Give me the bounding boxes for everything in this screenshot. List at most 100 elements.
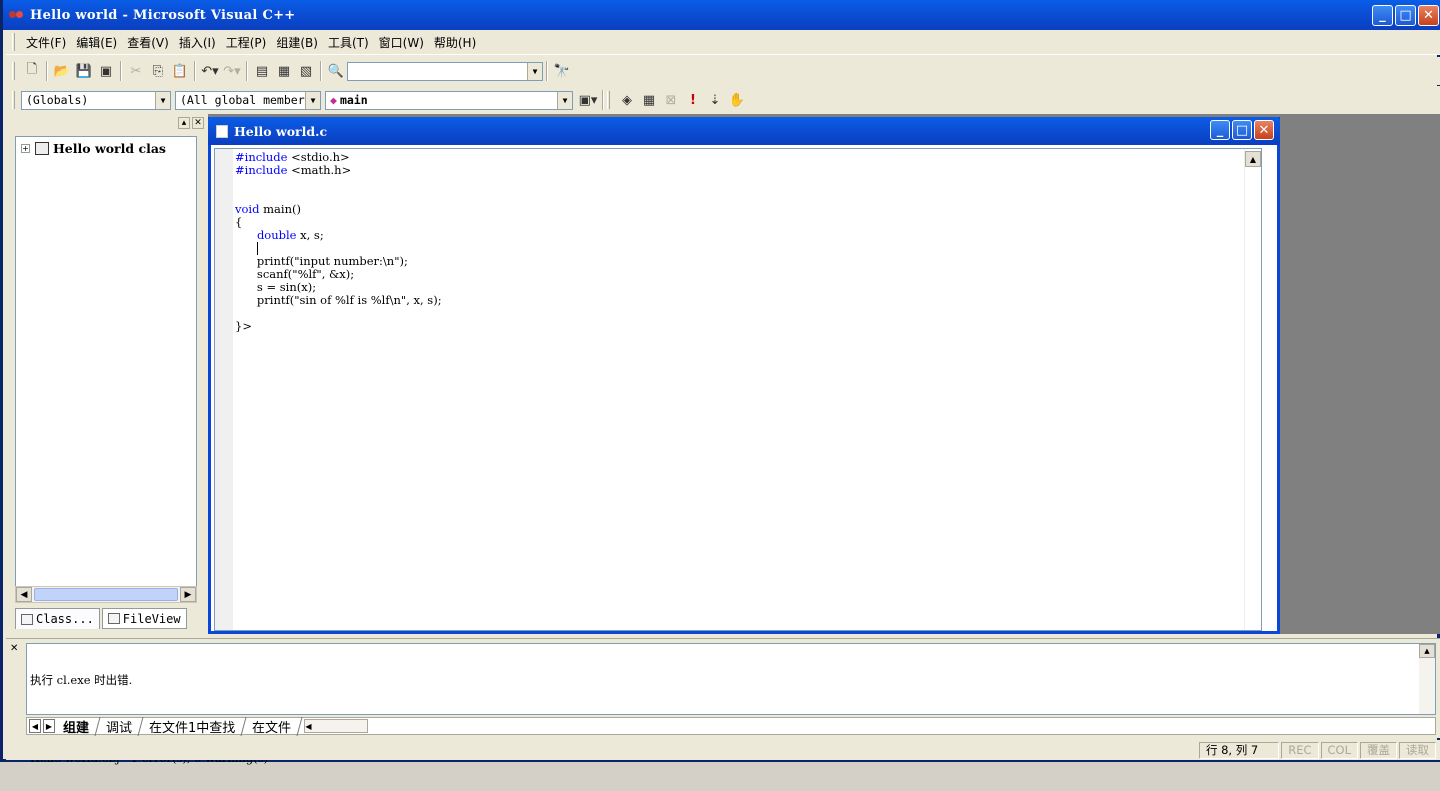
cut-icon[interactable]: ✂ (125, 60, 147, 82)
paste-icon[interactable]: 📋 (169, 60, 191, 82)
scroll-up-icon[interactable]: ▲ (1419, 644, 1435, 658)
save-all-icon[interactable]: ▣ (95, 60, 117, 82)
new-file-icon[interactable]: 🗋 (21, 60, 43, 82)
code-line[interactable]: }> (235, 320, 442, 333)
tab-classview[interactable]: Class... (15, 608, 100, 629)
class-tree[interactable]: + Hello world clas (15, 136, 197, 588)
code-text[interactable]: #include <stdio.h> #include <math.h> void … (235, 151, 442, 333)
save-icon[interactable]: 💾 (73, 60, 95, 82)
mdi-area: ▴ ✕ + Hello world clas ◀ ▶ Class... File… (6, 114, 1440, 634)
menu-project[interactable]: 工程(P) (221, 34, 272, 51)
toolbar-grip[interactable] (607, 91, 610, 109)
chevron-down-icon[interactable]: ▼ (527, 62, 542, 80)
menu-insert[interactable]: 插入(I) (174, 34, 221, 51)
code-line[interactable]: void main() (235, 203, 442, 216)
output-window-icon[interactable]: ▦ (273, 60, 295, 82)
toolbar-grip[interactable] (12, 91, 15, 109)
go-icon[interactable]: ⇣ (704, 89, 726, 111)
pane-restore-icon[interactable]: ▴ (178, 117, 190, 129)
find-icon[interactable]: 🔭 (551, 60, 573, 82)
window-title: Hello world - Microsoft Visual C++ (30, 7, 296, 23)
chevron-down-icon[interactable]: ▼ (557, 91, 572, 109)
cursor-position: 行 8, 列 7 (1198, 741, 1280, 759)
output-pane: ✕ 执行 cl.exe 时出错. Hello world.obj - 1 err… (6, 638, 1440, 765)
execute-icon[interactable]: ! (682, 89, 704, 111)
code-line[interactable]: double x, s; (235, 229, 442, 242)
stop-build-icon[interactable]: ⊠ (660, 89, 682, 111)
selection-gutter[interactable] (215, 149, 233, 630)
output-text-area[interactable]: 执行 cl.exe 时出错. Hello world.obj - 1 error… (26, 643, 1436, 765)
expand-icon[interactable]: + (21, 143, 30, 153)
doc-maximize-button[interactable]: □ (1232, 120, 1252, 140)
menu-file[interactable]: 文件(F) (21, 34, 71, 51)
code-line[interactable] (235, 177, 442, 190)
code-line[interactable] (235, 307, 442, 320)
tab-build[interactable]: 组建 (52, 716, 101, 736)
document-window: Hello world.c _ □ ✕ #include <stdio.h> #i… (208, 117, 1280, 634)
close-button[interactable]: ✕ (1418, 5, 1439, 26)
class-combo[interactable]: (Globals) ▼ (21, 90, 171, 110)
separator (320, 61, 322, 81)
output-close-icon[interactable]: ✕ (10, 643, 22, 673)
code-line[interactable]: printf("sin of %lf is %lf\n", x, s); (235, 294, 442, 307)
menu-view[interactable]: 查看(V) (122, 34, 174, 51)
find-combo[interactable]: ▼ (347, 61, 543, 81)
code-editor[interactable]: #include <stdio.h> #include <math.h> void … (214, 148, 1262, 631)
editor-vscrollbar[interactable]: ▲ (1244, 149, 1261, 630)
tab-fileview[interactable]: FileView (101, 608, 187, 629)
doc-minimize-button[interactable]: _ (1210, 120, 1230, 140)
scroll-up-icon[interactable]: ▲ (1245, 151, 1261, 167)
pane-close-icon[interactable]: ✕ (192, 117, 204, 129)
redo-icon[interactable]: ↷▾ (221, 60, 243, 82)
breakpoint-hand-icon[interactable]: ✋ (726, 89, 748, 111)
chevron-down-icon[interactable]: ▼ (155, 91, 170, 109)
tab-prev-icon[interactable]: ◀ (29, 719, 41, 733)
toolbar-grip[interactable] (12, 62, 15, 80)
wizard-action-icon[interactable]: ▣▾ (577, 89, 599, 111)
output-vscrollbar[interactable]: ▲ (1419, 644, 1435, 714)
menu-help[interactable]: 帮助(H) (429, 34, 481, 51)
title-bar[interactable]: Hello world - Microsoft Visual C++ _ □ ✕ (3, 0, 1440, 30)
filter-combo[interactable]: (All global member ▼ (175, 90, 321, 110)
build-icon[interactable]: ▦ (638, 89, 660, 111)
app-icon (9, 7, 25, 23)
window-list-icon[interactable]: ▧ (295, 60, 317, 82)
tree-item-root[interactable]: + Hello world clas (16, 140, 196, 156)
tab-label: 组建 (63, 720, 90, 736)
main-window: Hello world - Microsoft Visual C++ _ □ ✕… (0, 0, 1440, 765)
tree-item-label: Hello world clas (53, 140, 166, 156)
tab-debug[interactable]: 调试 (95, 716, 144, 736)
menu-build[interactable]: 组建(B) (271, 34, 323, 51)
tab-find-in-files-2[interactable]: 在文件 (241, 716, 303, 736)
tab-find-in-files-1[interactable]: 在文件1中查找 (138, 716, 247, 736)
menu-grip[interactable] (12, 33, 15, 51)
output-hscrollbar[interactable]: ◀ (304, 719, 369, 733)
workspace-icon[interactable]: ▤ (251, 60, 273, 82)
compile-icon[interactable]: ◈ (616, 89, 638, 111)
doc-close-button[interactable]: ✕ (1254, 120, 1274, 140)
c-file-icon (216, 124, 228, 138)
menu-edit[interactable]: 编辑(E) (71, 34, 122, 51)
scroll-thumb[interactable] (34, 588, 178, 601)
open-folder-icon[interactable]: 📂 (51, 60, 73, 82)
members-combo[interactable]: ◆ main ▼ (325, 90, 573, 110)
tab-label: Class... (36, 612, 94, 626)
separator (602, 90, 604, 110)
separator (546, 61, 548, 81)
document-title-bar[interactable]: Hello world.c _ □ ✕ (208, 117, 1280, 145)
menu-tools[interactable]: 工具(T) (323, 34, 374, 51)
scroll-left-icon[interactable]: ◀ (16, 587, 32, 602)
minimize-button[interactable]: _ (1372, 5, 1393, 26)
chevron-down-icon[interactable]: ▼ (305, 91, 320, 109)
maximize-button[interactable]: □ (1395, 5, 1416, 26)
undo-icon[interactable]: ↶▾ (199, 60, 221, 82)
find-in-files-icon[interactable]: 🔍 (325, 60, 347, 82)
scroll-right-icon[interactable]: ▶ (180, 587, 196, 602)
fileview-icon (107, 613, 120, 624)
document-title: Hello world.c (234, 123, 328, 139)
menu-window[interactable]: 窗口(W) (374, 34, 429, 51)
status-col: COL (1320, 741, 1358, 759)
code-line[interactable]: #include <math.h> (235, 164, 442, 177)
copy-icon[interactable]: ⎘ (147, 60, 169, 82)
tree-hscrollbar[interactable]: ◀ ▶ (15, 586, 197, 603)
